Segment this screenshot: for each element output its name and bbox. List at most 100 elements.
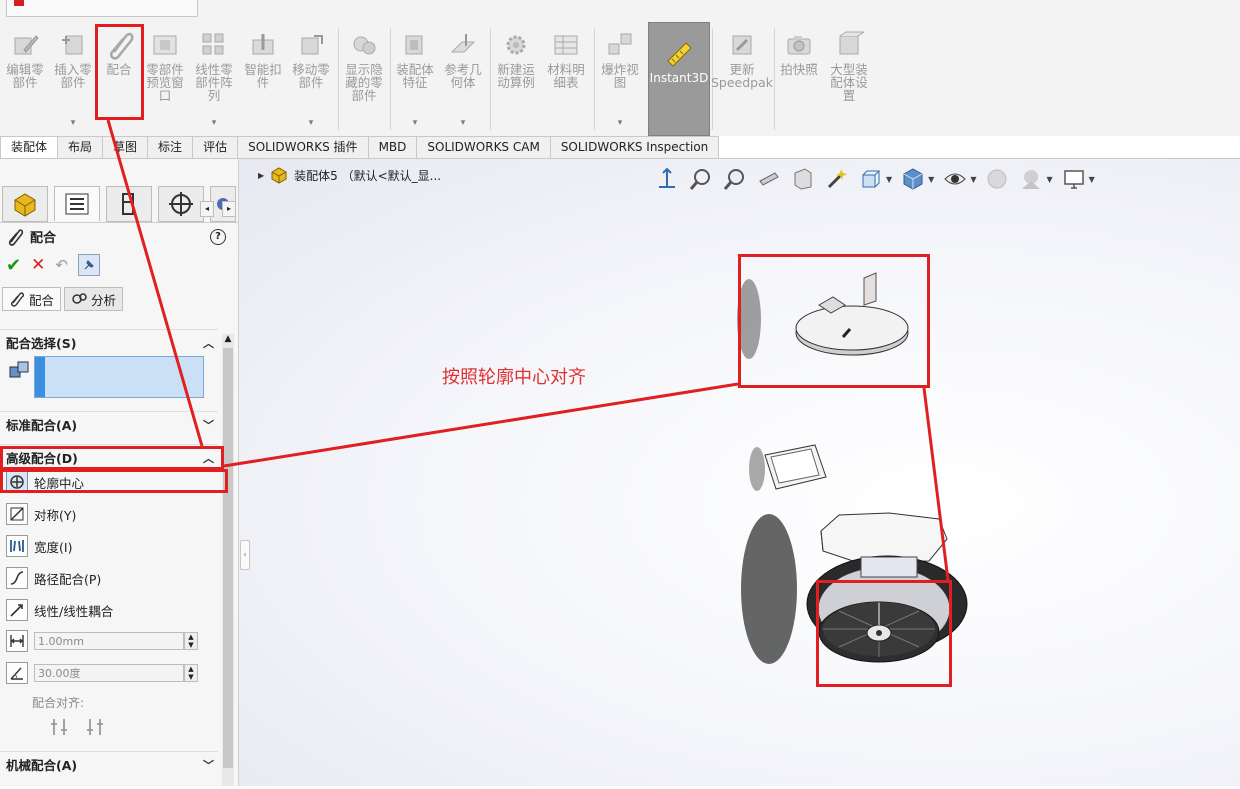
edit-component-button[interactable]: 编辑零 部件 bbox=[2, 22, 48, 134]
component-preview-button[interactable]: 零部件 预览窗 口 bbox=[142, 22, 188, 134]
tab-solidworks-inspection[interactable]: SOLIDWORKS Inspection bbox=[549, 136, 720, 158]
ok-checkmark-icon[interactable]: ✔ bbox=[6, 255, 21, 276]
tab-markup[interactable]: 标注 bbox=[147, 136, 194, 158]
dynamic-annotation-button[interactable] bbox=[824, 166, 850, 192]
expand-arrow-icon[interactable]: ▶ bbox=[258, 171, 264, 180]
chevron-down-icon[interactable]: ▾ bbox=[461, 117, 466, 130]
help-icon[interactable]: ? bbox=[210, 229, 226, 245]
chevron-down-icon[interactable]: ▼ bbox=[928, 175, 934, 184]
view-orientation-dropdown[interactable] bbox=[858, 166, 884, 192]
edit-appearance-button[interactable] bbox=[984, 166, 1010, 192]
show-hidden-components-button[interactable]: 显示隐 藏的零 部件 bbox=[340, 22, 388, 134]
mate-entities-selection-box[interactable] bbox=[34, 356, 204, 398]
large-assembly-settings-button[interactable]: 大型装 配体设 置 bbox=[824, 22, 874, 134]
angle-spinner[interactable]: ▲ ▼ bbox=[184, 664, 198, 682]
title-field bbox=[6, 0, 198, 17]
anti-aligned-icon[interactable] bbox=[84, 716, 106, 738]
angle-icon bbox=[6, 662, 28, 684]
linear-pattern-button[interactable]: 线性零 部件阵 列 ▾ bbox=[190, 22, 238, 134]
distance-row: ▲▼ bbox=[6, 629, 198, 653]
property-manager-scrollbar[interactable]: ▲ bbox=[222, 334, 234, 786]
magic-wand-icon bbox=[827, 169, 847, 189]
tab-feature-manager[interactable] bbox=[2, 186, 48, 222]
exploded-view-button[interactable]: 爆炸视 图 ▾ bbox=[596, 22, 644, 134]
feature-tree-breadcrumb[interactable]: ▶ 装配体5 （默认<默认_显... bbox=[258, 166, 441, 184]
assembly-features-button[interactable]: 装配体 特征 ▾ bbox=[392, 22, 438, 134]
view-settings-dropdown[interactable] bbox=[1061, 166, 1087, 192]
insert-component-button[interactable]: 插入零 部件 ▾ bbox=[50, 22, 96, 134]
chevron-down-icon[interactable]: ﹀ bbox=[203, 757, 214, 773]
section-view-button[interactable] bbox=[790, 166, 816, 192]
update-speedpak-button[interactable]: 更新 Speedpak bbox=[711, 22, 773, 134]
tab-configuration-manager[interactable] bbox=[106, 186, 152, 222]
snapshot-button[interactable]: 拍快照 bbox=[776, 22, 822, 134]
manager-tabs: ◂ ▸ bbox=[0, 184, 238, 223]
section-mechanical-mates[interactable]: 机械配合(A) ﹀ bbox=[0, 751, 218, 777]
pushpin-icon bbox=[84, 260, 94, 270]
zoom-to-area-button[interactable] bbox=[722, 166, 748, 192]
mate-width[interactable]: 宽度(I) bbox=[6, 534, 72, 558]
tab-mates[interactable]: 配合 bbox=[2, 287, 62, 311]
heads-up-view-toolbar: ▼ ▼ ▼ ▼ ▼ bbox=[654, 166, 1095, 192]
smart-fasteners-button[interactable]: 智能扣 件 bbox=[240, 22, 286, 134]
chevron-down-icon[interactable]: ▼ bbox=[1046, 175, 1052, 184]
pushpin-button[interactable] bbox=[77, 254, 100, 276]
zoom-to-fit-button[interactable] bbox=[688, 166, 714, 192]
new-motion-study-button[interactable]: 新建运 动算例 bbox=[492, 22, 540, 134]
chevron-down-icon[interactable]: ▾ bbox=[413, 117, 418, 130]
distance-input[interactable] bbox=[34, 632, 184, 650]
tab-sketch[interactable]: 草图 bbox=[102, 136, 149, 158]
tab-assembly[interactable]: 装配体 bbox=[0, 136, 59, 158]
chevron-down-icon[interactable]: ▾ bbox=[309, 117, 314, 130]
previous-view-button[interactable] bbox=[756, 166, 782, 192]
cancel-x-icon[interactable]: ✕ bbox=[31, 255, 45, 275]
tab-mbd[interactable]: MBD bbox=[367, 136, 418, 158]
instant3d-button[interactable]: Instant3D bbox=[648, 22, 710, 136]
move-component-button[interactable]: 移动零 部件 ▾ bbox=[288, 22, 334, 134]
box-part[interactable] bbox=[764, 444, 827, 490]
tab-analysis[interactable]: 分析 bbox=[64, 287, 124, 311]
section-standard-mates[interactable]: 标准配合(A) ﹀ bbox=[0, 411, 218, 437]
tab-evaluate[interactable]: 评估 bbox=[192, 136, 239, 158]
tab-property-manager[interactable] bbox=[54, 186, 100, 221]
chevron-up-icon[interactable]: ︿ bbox=[203, 335, 214, 351]
mate-path[interactable]: 路径配合(P) bbox=[6, 566, 101, 590]
undo-icon[interactable]: ↶ bbox=[55, 256, 68, 274]
large-assembly-icon bbox=[839, 31, 864, 55]
bill-of-materials-button[interactable]: 材料明 细表 bbox=[542, 22, 590, 134]
display-style-cube-icon bbox=[903, 168, 923, 190]
chevron-down-icon[interactable]: ﹀ bbox=[203, 417, 214, 433]
chevron-down-icon[interactable]: ▼ bbox=[970, 175, 976, 184]
panel-collapse-handle[interactable]: ‹ bbox=[240, 540, 250, 570]
chevron-down-icon[interactable]: ▼ bbox=[886, 175, 892, 184]
scroll-left-button[interactable]: ◂ bbox=[200, 201, 214, 217]
display-style-dropdown[interactable] bbox=[900, 166, 926, 192]
instant3d-ruler-icon bbox=[667, 42, 692, 67]
angle-input[interactable] bbox=[34, 664, 184, 682]
view-orientation-button[interactable] bbox=[654, 166, 680, 192]
aligned-icon[interactable] bbox=[48, 716, 70, 738]
scroll-right-button[interactable]: ▸ bbox=[222, 201, 236, 217]
section-mate-selections[interactable]: 配合选择(S) ︿ bbox=[0, 329, 218, 355]
smart-fastener-icon bbox=[252, 34, 274, 55]
chevron-down-icon[interactable]: ▾ bbox=[618, 117, 623, 130]
chevron-down-icon[interactable]: ▾ bbox=[71, 117, 76, 130]
apply-scene-dropdown[interactable] bbox=[1018, 166, 1044, 192]
chevron-down-icon[interactable]: ▾ bbox=[212, 117, 217, 130]
chevron-down-icon[interactable]: ▼ bbox=[1089, 175, 1095, 184]
reference-geometry-button[interactable]: 参考几 何体 ▾ bbox=[440, 22, 486, 134]
scrollbar-thumb[interactable] bbox=[223, 348, 233, 768]
tab-dimxpert-manager[interactable] bbox=[158, 186, 204, 222]
assembly-name: 装配体5 （默认<默认_显... bbox=[294, 168, 442, 183]
scroll-up-arrow-icon[interactable]: ▲ bbox=[222, 334, 234, 344]
tab-layout[interactable]: 布局 bbox=[57, 136, 104, 158]
distance-spinner[interactable]: ▲ ▼ bbox=[184, 632, 198, 650]
mate-linear-coupler[interactable]: 线性/线性耦合 bbox=[6, 598, 113, 622]
hide-show-items-dropdown[interactable] bbox=[942, 166, 968, 192]
tab-solidworks-cam[interactable]: SOLIDWORKS CAM bbox=[416, 136, 551, 158]
scene-icon bbox=[1022, 170, 1041, 189]
tab-solidworks-addins[interactable]: SOLIDWORKS 插件 bbox=[237, 136, 369, 158]
mate-symmetric[interactable]: 对称(Y) bbox=[6, 502, 76, 526]
annotation-label: 按照轮廓中心对齐 bbox=[442, 367, 586, 388]
mate-selection-icon bbox=[9, 361, 29, 378]
